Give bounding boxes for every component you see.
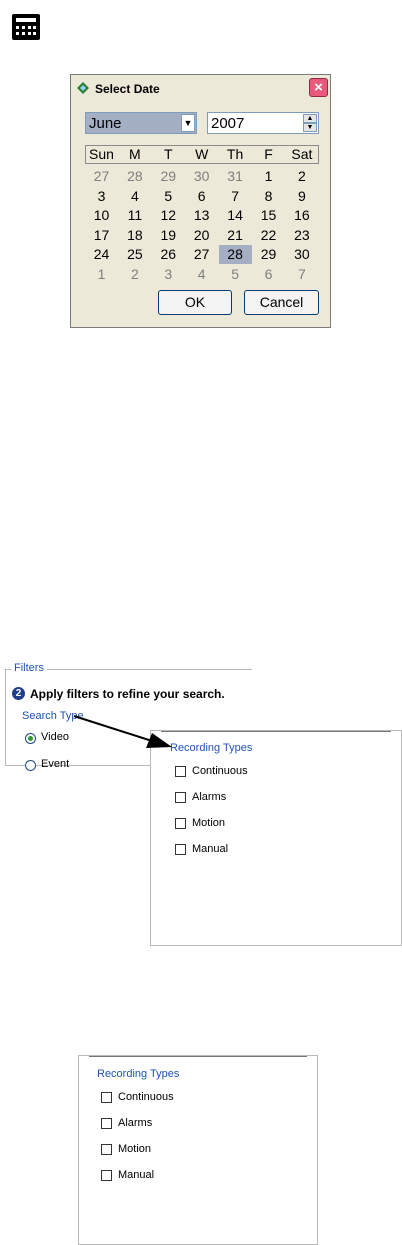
spin-up-icon[interactable]: ▲ [303,114,317,123]
motion-checkbox[interactable] [175,818,186,829]
motion-label[interactable]: Motion [118,1143,151,1155]
weekday-label: Th [226,146,244,162]
ok-button[interactable]: OK [158,290,232,315]
alarms-label[interactable]: Alarms [192,791,226,803]
continuous-label[interactable]: Continuous [118,1091,174,1103]
day-cell[interactable]: 4 [118,187,151,206]
cancel-button[interactable]: Cancel [244,290,319,315]
motion-label[interactable]: Motion [192,817,225,829]
day-cell[interactable]: 18 [118,226,151,245]
weekday-label: Sun [89,146,114,162]
day-cell[interactable]: 1 [85,265,118,284]
dialog-title: Select Date [95,82,160,96]
day-cell[interactable]: 20 [185,226,218,245]
day-cell[interactable]: 1 [252,167,285,186]
recording-types-panel: Recording Types Continuous Alarms Motion… [78,1055,318,1245]
manual-label[interactable]: Manual [118,1169,154,1181]
day-cell[interactable]: 5 [152,187,185,206]
day-cell[interactable]: 6 [252,265,285,284]
day-cell[interactable]: 31 [219,167,252,186]
weekday-label: Sat [291,146,313,162]
day-cell[interactable]: 4 [185,265,218,284]
month-select[interactable]: June ▼ [85,112,197,134]
day-cell[interactable]: 15 [252,206,285,225]
continuous-checkbox[interactable] [175,766,186,777]
alarms-checkbox[interactable] [175,792,186,803]
motion-checkbox[interactable] [101,1144,112,1155]
day-cell[interactable]: 19 [152,226,185,245]
year-spinner[interactable]: 2007 ▲ ▼ [207,112,319,134]
day-cell[interactable]: 8 [252,187,285,206]
continuous-checkbox[interactable] [101,1092,112,1103]
day-cell[interactable]: 2 [285,167,318,186]
day-cell[interactable]: 30 [185,167,218,186]
day-cell[interactable]: 25 [118,245,151,264]
day-cell[interactable]: 16 [285,206,318,225]
day-cell[interactable]: 29 [152,167,185,186]
weekday-label: W [195,146,209,162]
manual-checkbox[interactable] [101,1170,112,1181]
diamond-app-icon [77,82,89,94]
recording-types-popup: Recording Types Continuous Alarms Motion… [150,730,402,946]
day-cell[interactable]: 14 [219,206,252,225]
day-cell[interactable]: 30 [285,245,318,264]
search-type-label: Search Type [22,710,84,722]
title-bar[interactable]: Select Date × [71,75,330,101]
day-cell[interactable]: 21 [219,226,252,245]
calendar-icon[interactable] [12,14,40,40]
day-cell[interactable]: 11 [118,206,151,225]
day-cell[interactable]: 3 [85,187,118,206]
day-cell[interactable]: 2 [118,265,151,284]
day-cell[interactable]: 22 [252,226,285,245]
continuous-label[interactable]: Continuous [192,765,248,777]
year-value: 2007 [211,115,245,132]
weekday-label: F [264,146,273,162]
event-radio[interactable] [25,760,36,771]
recording-types-title: Recording Types [170,742,253,754]
select-date-dialog: Select Date × June ▼ 2007 ▲ ▼ Sun M T W Th F S… [70,74,331,328]
day-cell[interactable]: 5 [219,265,252,284]
day-cell[interactable]: 12 [152,206,185,225]
spin-down-icon[interactable]: ▼ [303,123,317,132]
day-cell[interactable]: 27 [185,245,218,264]
chevron-down-icon[interactable]: ▼ [181,114,195,132]
filters-label: Filters [11,662,47,674]
day-cell[interactable]: 10 [85,206,118,225]
video-radio[interactable] [25,733,36,744]
weekday-label: T [164,146,173,162]
month-value: June [89,115,122,132]
manual-label[interactable]: Manual [192,843,228,855]
day-cell[interactable]: 27 [85,167,118,186]
alarms-label[interactable]: Alarms [118,1117,152,1129]
day-cell[interactable]: 24 [85,245,118,264]
day-cell[interactable]: 28 [218,245,252,264]
step-number-badge: 2 [12,687,25,700]
day-cell[interactable]: 3 [152,265,185,284]
recording-types-title: Recording Types [97,1068,180,1080]
day-cell[interactable]: 13 [185,206,218,225]
day-cell[interactable]: 23 [285,226,318,245]
manual-checkbox[interactable] [175,844,186,855]
day-cell[interactable]: 17 [85,226,118,245]
weekday-label: M [129,146,141,162]
step-instruction: Apply filters to refine your search. [30,687,225,701]
video-label[interactable]: Video [41,731,69,743]
day-cell[interactable]: 7 [285,265,318,284]
day-cell[interactable]: 28 [118,167,151,186]
event-label[interactable]: Event [41,758,69,770]
day-cell[interactable]: 7 [219,187,252,206]
close-button[interactable]: × [309,78,328,97]
day-cell[interactable]: 26 [152,245,185,264]
day-cell[interactable]: 9 [285,187,318,206]
day-cell[interactable]: 29 [252,245,285,264]
alarms-checkbox[interactable] [101,1118,112,1129]
day-cell[interactable]: 6 [185,187,218,206]
